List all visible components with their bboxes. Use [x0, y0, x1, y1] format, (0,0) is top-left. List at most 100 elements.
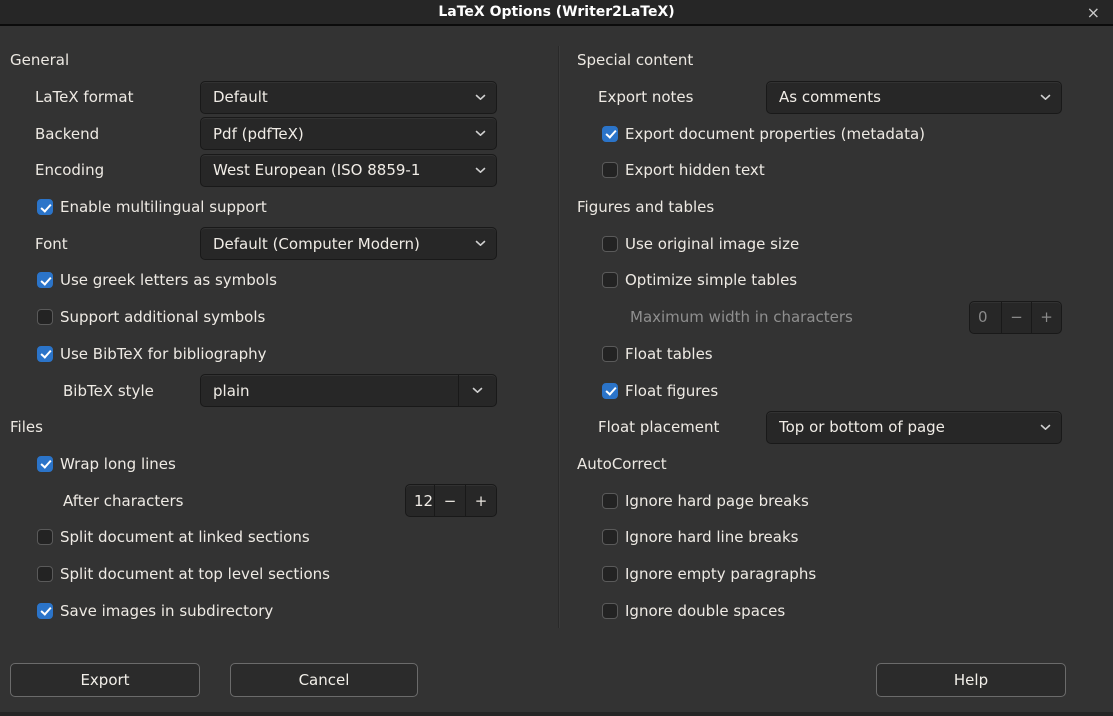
checkbox-label: Split document at top level sections — [60, 565, 330, 583]
float-placement-value: Top or bottom of page — [779, 418, 1040, 436]
checkbox-float-tables[interactable]: Float tables — [602, 345, 713, 363]
section-autocorrect: AutoCorrect — [577, 455, 667, 473]
checkbox-ignore-hard-page-breaks[interactable]: Ignore hard page breaks — [602, 492, 809, 510]
latex-format-label: LaTeX format — [35, 88, 133, 106]
after-characters-spinner: 120 − + — [405, 484, 497, 517]
section-files: Files — [10, 418, 43, 436]
float-placement-dropdown[interactable]: Top or bottom of page — [766, 411, 1062, 444]
checkbox-label: Wrap long lines — [60, 455, 176, 473]
checkbox-label: Support additional symbols — [60, 308, 265, 326]
checkmark-icon — [37, 309, 53, 325]
checkbox-export-doc-properties[interactable]: Export document properties (metadata) — [602, 125, 925, 143]
window-bottom-edge — [0, 712, 1113, 716]
backend-label: Backend — [35, 125, 99, 143]
checkbox-ignore-double-spaces[interactable]: Ignore double spaces — [602, 602, 785, 620]
checkbox-label: Use original image size — [625, 235, 799, 253]
left-column: General LaTeX format Default Backend Pdf… — [10, 42, 497, 629]
checkbox-use-bibtex[interactable]: Use BibTeX for bibliography — [37, 345, 267, 363]
column-divider — [558, 46, 559, 628]
section-special-content: Special content — [577, 51, 693, 69]
checkmark-icon — [37, 603, 53, 619]
after-characters-value[interactable]: 120 — [406, 485, 434, 516]
export-notes-label: Export notes — [598, 88, 693, 106]
max-width-spinner: 0 − + — [969, 301, 1062, 334]
checkbox-label: Use greek letters as symbols — [60, 271, 277, 289]
encoding-value: West European (ISO 8859-1 — [213, 161, 475, 179]
checkbox-wrap-long-lines[interactable]: Wrap long lines — [37, 455, 176, 473]
export-notes-value: As comments — [779, 88, 1040, 106]
checkbox-original-image-size[interactable]: Use original image size — [602, 235, 799, 253]
bibtex-style-value[interactable]: plain — [201, 382, 458, 400]
export-button[interactable]: Export — [10, 663, 200, 697]
encoding-dropdown[interactable]: West European (ISO 8859-1 — [200, 154, 497, 187]
checkbox-label: Optimize simple tables — [625, 271, 797, 289]
checkmark-icon — [602, 272, 618, 288]
spinner-increment-button[interactable]: + — [465, 485, 496, 516]
checkbox-split-top-level-sections[interactable]: Split document at top level sections — [37, 565, 330, 583]
combo-dropdown-button[interactable] — [458, 375, 496, 406]
checkbox-split-linked-sections[interactable]: Split document at linked sections — [37, 528, 310, 546]
checkmark-icon — [602, 566, 618, 582]
max-width-value: 0 — [970, 302, 1001, 333]
help-button[interactable]: Help — [876, 663, 1066, 697]
spinner-increment-button: + — [1031, 302, 1061, 333]
chevron-down-icon — [475, 94, 486, 101]
spinner-decrement-button[interactable]: − — [434, 485, 465, 516]
bibtex-style-label: BibTeX style — [63, 382, 154, 400]
checkbox-label: Export document properties (metadata) — [625, 125, 925, 143]
checkmark-icon — [602, 346, 618, 362]
close-icon[interactable]: × — [1087, 0, 1100, 24]
checkbox-additional-symbols[interactable]: Support additional symbols — [37, 308, 265, 326]
checkbox-label: Use BibTeX for bibliography — [60, 345, 267, 363]
checkmark-icon — [602, 529, 618, 545]
chevron-down-icon — [472, 387, 483, 394]
font-dropdown[interactable]: Default (Computer Modern) — [200, 227, 497, 260]
section-general: General — [10, 51, 69, 69]
checkbox-label: Ignore empty paragraphs — [625, 565, 816, 583]
chevron-down-icon — [475, 130, 486, 137]
bibtex-style-combobox[interactable]: plain — [200, 374, 497, 407]
checkbox-save-images-subdirectory[interactable]: Save images in subdirectory — [37, 602, 273, 620]
checkbox-label: Split document at linked sections — [60, 528, 310, 546]
export-notes-dropdown[interactable]: As comments — [766, 81, 1062, 114]
checkbox-greek-letters[interactable]: Use greek letters as symbols — [37, 271, 277, 289]
checkbox-ignore-hard-line-breaks[interactable]: Ignore hard line breaks — [602, 528, 798, 546]
latex-format-dropdown[interactable]: Default — [200, 81, 497, 114]
checkbox-label: Ignore double spaces — [625, 602, 785, 620]
checkbox-export-hidden-text[interactable]: Export hidden text — [602, 161, 765, 179]
checkmark-icon — [37, 272, 53, 288]
checkbox-label: Enable multilingual support — [60, 198, 267, 216]
checkmark-icon — [602, 603, 618, 619]
chevron-down-icon — [1040, 424, 1051, 431]
checkbox-label: Save images in subdirectory — [60, 602, 273, 620]
chevron-down-icon — [475, 240, 486, 247]
chevron-down-icon — [475, 167, 486, 174]
encoding-label: Encoding — [35, 161, 104, 179]
checkmark-icon — [602, 126, 618, 142]
chevron-down-icon — [1040, 94, 1051, 101]
checkbox-label: Ignore hard page breaks — [625, 492, 809, 510]
float-placement-label: Float placement — [598, 418, 719, 436]
cancel-button[interactable]: Cancel — [230, 663, 418, 697]
checkbox-label: Float figures — [625, 382, 718, 400]
font-label: Font — [35, 235, 68, 253]
checkbox-optimize-simple-tables[interactable]: Optimize simple tables — [602, 271, 797, 289]
checkmark-icon — [37, 456, 53, 472]
checkbox-float-figures[interactable]: Float figures — [602, 382, 718, 400]
checkbox-label: Ignore hard line breaks — [625, 528, 798, 546]
checkbox-ignore-empty-paragraphs[interactable]: Ignore empty paragraphs — [602, 565, 816, 583]
checkmark-icon — [602, 493, 618, 509]
latex-format-value: Default — [213, 88, 475, 106]
checkbox-label: Float tables — [625, 345, 713, 363]
checkmark-icon — [602, 162, 618, 178]
checkmark-icon — [37, 566, 53, 582]
window-title: LaTeX Options (Writer2LaTeX) — [438, 4, 674, 20]
max-width-label: Maximum width in characters — [630, 308, 853, 326]
checkbox-enable-multilingual[interactable]: Enable multilingual support — [37, 198, 267, 216]
after-characters-label: After characters — [63, 492, 183, 510]
checkmark-icon — [37, 529, 53, 545]
backend-dropdown[interactable]: Pdf (pdfTeX) — [200, 117, 497, 150]
section-figures-tables: Figures and tables — [577, 198, 714, 216]
font-value: Default (Computer Modern) — [213, 235, 475, 253]
spinner-decrement-button: − — [1001, 302, 1031, 333]
